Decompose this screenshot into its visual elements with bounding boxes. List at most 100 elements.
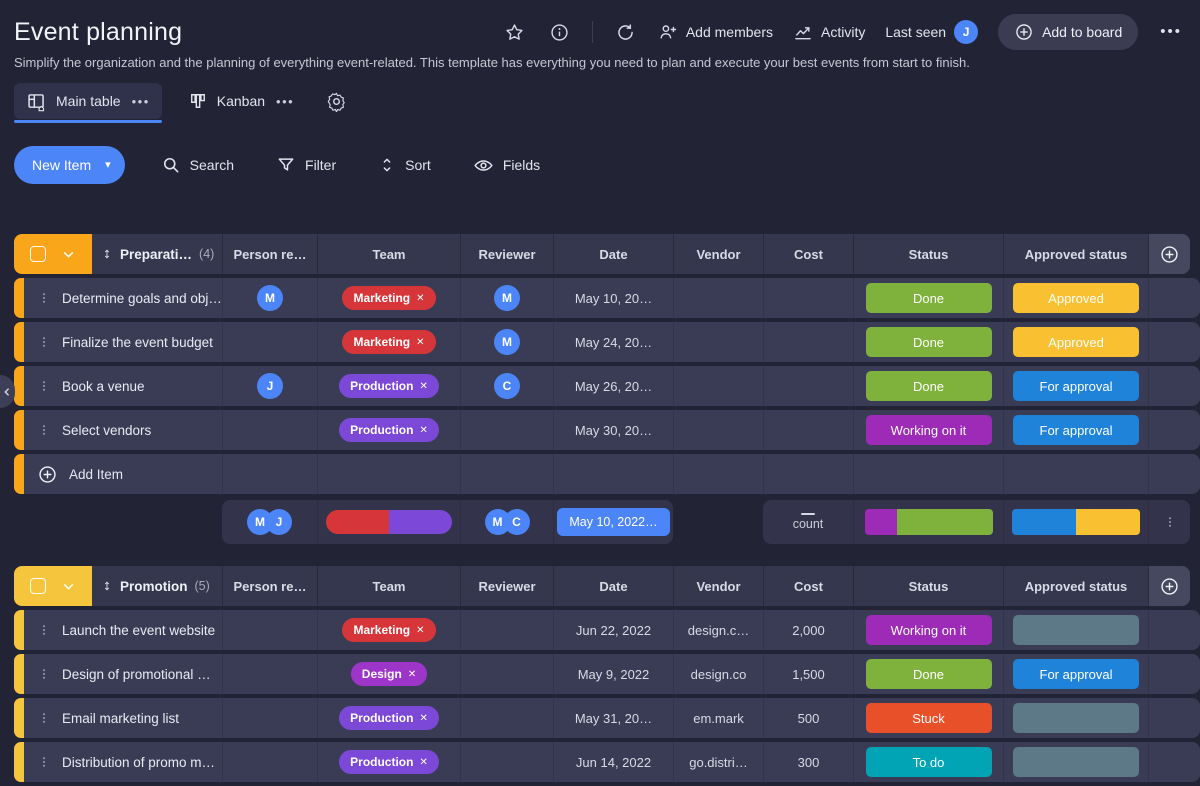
integrations-sync-icon[interactable] [613, 20, 638, 45]
cell-vendor[interactable] [673, 278, 763, 318]
status-label[interactable]: Working on it [866, 415, 992, 445]
cell-reviewer[interactable] [460, 410, 553, 450]
cell-date[interactable]: May 30, 20… [553, 410, 673, 450]
cell-vendor[interactable]: go.distri… [673, 742, 763, 782]
summary-team-cell[interactable] [317, 500, 460, 544]
approved-status-label[interactable]: For approval [1013, 415, 1139, 445]
column-header-status[interactable]: Status [853, 234, 1003, 274]
column-header-vendor[interactable]: Vendor [673, 234, 763, 274]
cell-person[interactable] [222, 322, 317, 362]
add-column-button[interactable] [1148, 566, 1190, 606]
status-label[interactable]: Done [866, 283, 992, 313]
cell-vendor[interactable]: em.mark [673, 698, 763, 738]
views-settings-gear-icon[interactable] [326, 91, 347, 112]
approved-status-label[interactable] [1013, 703, 1139, 733]
team-tag[interactable]: Production✕ [339, 706, 439, 730]
cell-reviewer[interactable] [460, 654, 553, 694]
approved-status-label[interactable]: For approval [1013, 659, 1139, 689]
summary-date-cell[interactable]: May 10, 2022… [553, 500, 673, 544]
cell-date[interactable]: May 10, 20… [553, 278, 673, 318]
add-members-button[interactable]: Add members [658, 22, 773, 42]
cell-vendor[interactable]: design.co [673, 654, 763, 694]
team-tag-remove-icon[interactable]: ✕ [419, 425, 427, 436]
column-header-vendor[interactable]: Vendor [673, 566, 763, 606]
new-item-dropdown-caret-icon[interactable]: ▾ [105, 160, 111, 171]
cell-team[interactable]: Production✕ [317, 742, 460, 782]
summary-cost-cell[interactable]: count [763, 500, 853, 544]
board-more-menu-icon[interactable]: ••• [1158, 25, 1184, 39]
cell-approved[interactable] [1003, 698, 1148, 738]
cell-team[interactable]: Marketing✕ [317, 322, 460, 362]
row-menu-kebab-icon[interactable] [37, 621, 51, 639]
column-header-date[interactable]: Date [553, 234, 673, 274]
avatar[interactable]: M [257, 285, 283, 311]
cell-cost[interactable]: 2,000 [763, 610, 853, 650]
item-name-cell[interactable]: Finalize the event budget [24, 322, 222, 362]
summary-person-cell[interactable]: MJ [222, 500, 317, 544]
cell-cost[interactable]: 500 [763, 698, 853, 738]
column-header-status[interactable]: Status [853, 566, 1003, 606]
cell-team[interactable]: Production✕ [317, 410, 460, 450]
cell-person[interactable] [222, 742, 317, 782]
cell-cost[interactable] [763, 322, 853, 362]
column-header-cost[interactable]: Cost [763, 234, 853, 274]
group-drag-handle-icon[interactable] [101, 246, 113, 262]
team-tag-remove-icon[interactable]: ✕ [416, 337, 424, 348]
column-header-person[interactable]: Person re… [222, 566, 317, 606]
activity-button[interactable]: Activity [793, 22, 865, 42]
group-select-checkbox[interactable] [30, 578, 46, 594]
column-header-approved[interactable]: Approved status [1003, 566, 1148, 606]
fields-button[interactable]: Fields [467, 154, 546, 177]
cell-vendor[interactable]: design.c… [673, 610, 763, 650]
cell-date[interactable]: May 26, 20… [553, 366, 673, 406]
cell-team[interactable]: Design✕ [317, 654, 460, 694]
column-header-approved[interactable]: Approved status [1003, 234, 1148, 274]
cell-approved[interactable] [1003, 742, 1148, 782]
team-tag-remove-icon[interactable]: ✕ [419, 713, 427, 724]
avatar[interactable]: M [494, 285, 520, 311]
column-header-reviewer[interactable]: Reviewer [460, 234, 553, 274]
column-header-cost[interactable]: Cost [763, 566, 853, 606]
cell-person[interactable] [222, 698, 317, 738]
cell-status[interactable]: Done [853, 322, 1003, 362]
cell-reviewer[interactable]: M [460, 322, 553, 362]
cell-approved[interactable]: For approval [1003, 654, 1148, 694]
team-tag[interactable]: Production✕ [339, 418, 439, 442]
item-name-cell[interactable]: Book a venue [24, 366, 222, 406]
summary-approved-cell[interactable] [1003, 500, 1148, 544]
column-header-team[interactable]: Team [317, 566, 460, 606]
cell-team[interactable]: Production✕ [317, 366, 460, 406]
tab-main-table[interactable]: Main table ••• [14, 83, 162, 119]
cell-approved[interactable]: Approved [1003, 278, 1148, 318]
cell-vendor[interactable] [673, 410, 763, 450]
item-name-cell[interactable]: Design of promotional … [24, 654, 222, 694]
group-color-block[interactable] [14, 234, 92, 274]
group-collapse-chevron-icon[interactable] [61, 247, 76, 262]
team-tag[interactable]: Production✕ [339, 374, 439, 398]
cell-status[interactable]: Done [853, 278, 1003, 318]
status-label[interactable]: Done [866, 327, 992, 357]
cell-team[interactable]: Marketing✕ [317, 278, 460, 318]
favorite-star-icon[interactable] [502, 20, 527, 45]
avatar[interactable]: M [494, 329, 520, 355]
row-menu-kebab-icon[interactable] [37, 421, 51, 439]
item-name-cell[interactable]: Determine goals and obj… [24, 278, 222, 318]
team-tag[interactable]: Marketing✕ [342, 286, 435, 310]
cell-approved[interactable]: For approval [1003, 366, 1148, 406]
collapse-panel-toggle[interactable] [0, 375, 15, 408]
column-header-date[interactable]: Date [553, 566, 673, 606]
team-tag[interactable]: Production✕ [339, 750, 439, 774]
info-icon[interactable] [547, 20, 572, 45]
cell-date[interactable]: May 9, 2022 [553, 654, 673, 694]
row-menu-kebab-icon[interactable] [37, 289, 51, 307]
cell-date[interactable]: May 24, 20… [553, 322, 673, 362]
item-name-cell[interactable]: Email marketing list [24, 698, 222, 738]
cell-person[interactable] [222, 610, 317, 650]
cell-date[interactable]: Jun 22, 2022 [553, 610, 673, 650]
group-title-cell[interactable]: Preparati…(4) [92, 234, 222, 274]
cell-reviewer[interactable] [460, 698, 553, 738]
status-label[interactable]: Stuck [866, 703, 992, 733]
status-label[interactable]: Working on it [866, 615, 992, 645]
tab-kanban[interactable]: Kanban ••• [176, 83, 306, 119]
row-menu-kebab-icon[interactable] [37, 665, 51, 683]
